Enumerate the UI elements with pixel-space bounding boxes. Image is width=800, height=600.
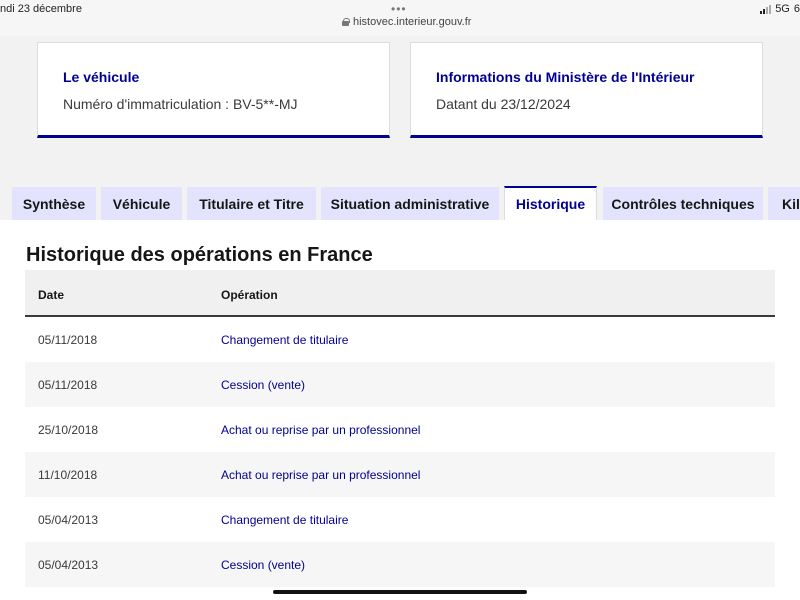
- network-label: 5G: [775, 3, 790, 15]
- info-date: Datant du 23/12/2024: [436, 96, 571, 112]
- page-header-area: Le véhicule Numéro d'immatriculation : B…: [0, 36, 800, 186]
- row-operation-link[interactable]: Cession (vente): [221, 558, 305, 572]
- status-indicators: 5G 6: [760, 3, 800, 15]
- battery-label: 6: [793, 3, 800, 15]
- row-date: 05/04/2013: [38, 513, 99, 527]
- tab-list: Synthèse Véhicule Titulaire et Titre Sit…: [0, 186, 800, 220]
- tab-titulaire-titre[interactable]: Titulaire et Titre: [187, 187, 316, 220]
- table-row: 05/04/2013 Changement de titulaire: [25, 497, 775, 542]
- tab-vehicule[interactable]: Véhicule: [101, 187, 182, 220]
- address-bar[interactable]: histovec.interieur.gouv.fr: [342, 16, 471, 28]
- lock-icon: [342, 18, 350, 26]
- row-operation-link[interactable]: Achat ou reprise par un professionnel: [221, 423, 420, 437]
- row-date: 25/10/2018: [38, 423, 99, 437]
- tab-kilometrage[interactable]: Kilo: [768, 187, 800, 220]
- vehicle-card: Le véhicule Numéro d'immatriculation : B…: [37, 42, 390, 138]
- table-row: 05/11/2018 Cession (vente): [25, 362, 775, 407]
- table-row: 11/10/2018 Achat ou reprise par un profe…: [25, 452, 775, 497]
- ministry-card-title: Informations du Ministère de l'Intérieur: [436, 69, 695, 85]
- column-header-operation: Opération: [221, 288, 278, 302]
- row-operation-link[interactable]: Achat ou reprise par un professionnel: [221, 468, 420, 482]
- row-operation-link[interactable]: Cession (vente): [221, 378, 305, 392]
- section-title: Historique des opérations en France: [26, 244, 373, 266]
- row-operation-link[interactable]: Changement de titulaire: [221, 333, 348, 347]
- tab-synthese[interactable]: Synthèse: [12, 187, 96, 220]
- multitasking-dots-icon[interactable]: •••: [391, 2, 407, 16]
- table-row: 25/10/2018 Achat ou reprise par un profe…: [25, 407, 775, 452]
- home-indicator[interactable]: [273, 590, 527, 594]
- row-date: 05/04/2013: [38, 558, 99, 572]
- row-date: 05/11/2018: [38, 378, 98, 392]
- registration-number: Numéro d'immatriculation : BV-5**-MJ: [63, 96, 298, 112]
- vehicle-card-title: Le véhicule: [63, 69, 140, 85]
- signal-icon: [760, 4, 772, 14]
- row-operation-link[interactable]: Changement de titulaire: [221, 513, 348, 527]
- tab-controles-techniques[interactable]: Contrôles techniques: [603, 187, 763, 220]
- ministry-info-card: Informations du Ministère de l'Intérieur…: [410, 42, 763, 138]
- row-date: 05/11/2018: [38, 333, 98, 347]
- tab-situation-administrative[interactable]: Situation administrative: [321, 187, 499, 220]
- history-table: Date Opération 05/11/2018 Changement de …: [25, 270, 775, 587]
- tab-historique[interactable]: Historique: [504, 186, 597, 220]
- table-header: Date Opération: [25, 270, 775, 317]
- column-header-date: Date: [38, 288, 65, 302]
- table-row: 05/11/2018 Changement de titulaire: [25, 317, 775, 362]
- status-bar: ndi 23 décembre ••• histovec.interieur.g…: [0, 0, 800, 36]
- row-date: 11/10/2018: [38, 468, 98, 482]
- table-row: 05/04/2013 Cession (vente): [25, 542, 775, 587]
- status-date: ndi 23 décembre: [0, 3, 82, 15]
- historique-panel: Historique des opérations en France Date…: [0, 220, 800, 600]
- page: Le véhicule Numéro d'immatriculation : B…: [0, 36, 800, 600]
- url-text: histovec.interieur.gouv.fr: [353, 16, 472, 28]
